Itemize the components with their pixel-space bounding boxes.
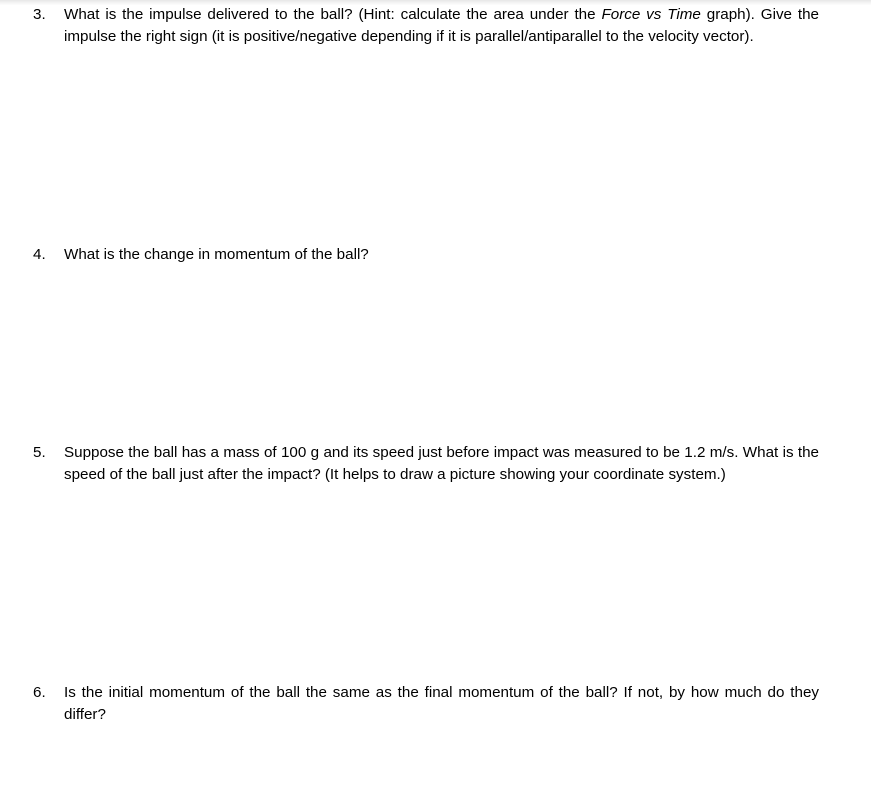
question-item-5: 5. Suppose the ball has a mass of 100 g …	[0, 442, 871, 486]
page-content: 3. What is the impulse delivered to the …	[0, 0, 871, 726]
document-page: 3. What is the impulse delivered to the …	[0, 0, 871, 797]
question-item-4: 4. What is the change in momentum of the…	[0, 244, 871, 266]
question-text-3: What is the impulse delivered to the bal…	[64, 4, 871, 48]
answer-space-3	[0, 48, 871, 244]
question-text-5: Suppose the ball has a mass of 100 g and…	[64, 444, 819, 483]
question-3-part-1: What is the impulse delivered to the bal…	[64, 6, 602, 23]
answer-space-5	[0, 486, 871, 682]
question-number-5: 5.	[33, 444, 46, 461]
question-item-3: 3. What is the impulse delivered to the …	[0, 4, 871, 48]
question-list: 3. What is the impulse delivered to the …	[0, 4, 871, 726]
question-3-italic-phrase: Force vs Time	[601, 6, 701, 23]
question-number-4: 4.	[33, 246, 46, 263]
question-text-4: What is the change in momentum of the ba…	[64, 246, 369, 263]
question-number-3: 3.	[33, 6, 46, 23]
question-number-6: 6.	[33, 684, 46, 701]
answer-space-4	[0, 266, 871, 442]
question-text-6: Is the initial momentum of the ball the …	[64, 684, 819, 723]
question-item-6: 6. Is the initial momentum of the ball t…	[0, 682, 871, 726]
